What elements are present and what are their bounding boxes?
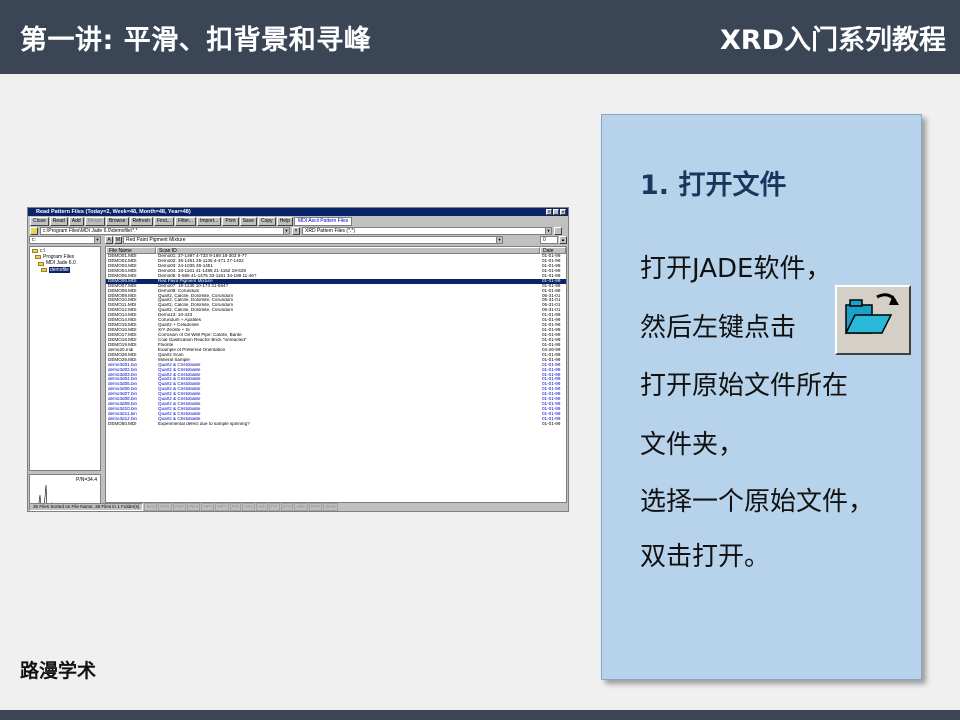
file-list-rows: DEMO01.MDI Demo01: 37-1497 4-733 9-169 18… [106, 254, 566, 427]
toolbar-button-save[interactable]: Save [239, 216, 257, 226]
filter-menu-button[interactable] [554, 227, 562, 235]
folder-pane: c: ▼ c:\ Program Files MDI Jade 6.0 demofil… [29, 236, 103, 512]
status-tag[interactable]: PID [229, 503, 242, 511]
folder-icon [35, 255, 41, 260]
status-tag[interactable]: SAV [144, 503, 158, 511]
tree-item-label: demofile [49, 266, 70, 273]
step-heading: 1. 打开文件 [640, 170, 787, 201]
slide: 第一讲: 平滑、扣背景和寻峰 XRD入门系列教程 Read Pattern Fi… [0, 0, 960, 720]
page-number-value: 0 [543, 237, 546, 243]
status-tag[interactable]: 2TH [280, 503, 294, 511]
drive-value: c: [32, 237, 36, 243]
window-body: c: ▼ c:\ Program Files MDI Jade 6.0 demofil… [29, 236, 567, 512]
instruction-line-1: 打开JADE软件， [640, 254, 832, 284]
file-pane-top: A M Red Paint Pigment Mixture ▼ 0 ▴ [105, 236, 567, 244]
toolbar-button-print[interactable]: Print [222, 216, 239, 226]
toolbar-button-filter[interactable]: Filter... [174, 216, 196, 226]
status-tag[interactable]: RFT [201, 503, 215, 511]
folder-icon[interactable] [30, 227, 38, 235]
instruction-line-5: 选择一个原始文件， [640, 487, 875, 517]
preview-label: P/N=34.4 [76, 477, 97, 483]
file-name-cell: DEMO50.MDI [108, 421, 137, 426]
help-icon[interactable]: ? [546, 209, 552, 215]
close-icon[interactable]: × [560, 209, 566, 215]
format-label: MDI Ascii Pattern Files [293, 216, 353, 226]
filter-value: XRD Pattern Files (*.*) [305, 228, 356, 234]
selected-scan-value: Red Paint Pigment Mixture [126, 237, 186, 243]
series-title: XRD入门系列教程 [719, 25, 946, 56]
page-number-field[interactable]: 0 [540, 236, 558, 244]
status-tag[interactable]: FIT [268, 503, 280, 511]
status-tag[interactable]: PKS [158, 503, 172, 511]
window-title: Read Pattern Files (Today=2, Week=48, Mo… [36, 209, 191, 215]
open-folder-icon [835, 285, 911, 355]
toolbar-button-refresh[interactable]: Refresh [129, 216, 154, 226]
toolbar-button-help[interactable]: Help [276, 216, 293, 226]
status-tag[interactable]: SZS [242, 503, 256, 511]
sort-a-button[interactable]: A [105, 236, 113, 244]
footer-bar [0, 710, 960, 720]
file-pane: A M Red Paint Pigment Mixture ▼ 0 ▴ File… [105, 236, 567, 503]
instruction-panel: 1. 打开文件 打开JADE软件， 然后左键点击 打开原始文件所在 文件夹， 选… [601, 114, 922, 680]
toolbar-button-close[interactable]: Close [30, 216, 49, 226]
lecture-title: 第一讲: 平滑、扣背景和寻峰 [20, 25, 372, 56]
status-tag[interactable]: ZOM [323, 503, 338, 511]
brand-label: 路漫学术 [20, 660, 97, 682]
instruction-line-3: 打开原始文件所在 [640, 371, 849, 401]
instruction-line-6: 双击打开。 [640, 542, 771, 572]
clear-path-button[interactable]: × [292, 227, 300, 235]
file-list: File Name Scan ID Date DEMO01.MDI Demo01:… [105, 246, 567, 503]
selected-scan-field[interactable]: Red Paint Pigment Mixture ▼ [123, 236, 503, 244]
path-value: c:\Program Files\MDI Jade 6.0\demofile\*… [43, 228, 138, 234]
tree-item[interactable]: demofile [32, 266, 98, 273]
sort-m-button[interactable]: M [114, 236, 122, 244]
toolbar-button-browse[interactable]: Browse [105, 216, 129, 226]
column-scan-id[interactable]: Scan ID [156, 247, 540, 254]
scan-id-cell: Experimental defect due to sample spinni… [158, 421, 250, 426]
toolbar-button-find[interactable]: Find... [154, 216, 174, 226]
folder-icon [32, 249, 38, 254]
window-toolbar: Close Read Add Merge Browse Refresh Find... Fil… [28, 216, 568, 226]
drive-select[interactable]: c: ▼ [29, 236, 101, 244]
instruction-line-4: 文件夹， [640, 430, 745, 460]
date-cell: 01-01-99 [542, 421, 561, 426]
open-folder-icon-graphic [844, 293, 899, 334]
folder-icon [38, 261, 44, 266]
header-bar: 第一讲: 平滑、扣背景和寻峰 XRD入门系列教程 [0, 0, 960, 74]
chevron-down-icon[interactable]: ▼ [496, 237, 502, 243]
minimize-icon[interactable]: _ [553, 209, 559, 215]
path-row: c:\Program Files\MDI Jade 6.0\demofile\*… [28, 226, 568, 236]
status-tag[interactable]: XID [256, 503, 268, 511]
toolbar-button-merge[interactable]: Merge [84, 216, 105, 226]
path-field[interactable]: c:\Program Files\MDI Jade 6.0\demofile\*… [40, 227, 290, 235]
chevron-down-icon[interactable]: ▼ [545, 228, 551, 234]
toolbar-button-import[interactable]: Import... [196, 216, 222, 226]
table-row[interactable]: DEMO50.MDI Experimental defect due to sam… [106, 422, 566, 427]
window-controls: ? _ × [546, 209, 566, 215]
status-tag[interactable]: DSP [172, 503, 186, 511]
status-tag[interactable]: RPT [215, 503, 229, 511]
instruction-line-2: 然后左键点击 [640, 313, 797, 343]
status-tag[interactable]: RRF [308, 503, 323, 511]
status-bar: 35 Files Sorted on File Name, 36 Files i… [29, 503, 567, 511]
folder-icon [41, 267, 47, 272]
filter-field[interactable]: XRD Pattern Files (*.*) ▼ [302, 227, 552, 235]
window-titlebar: Read Pattern Files (Today=2, Week=48, Mo… [28, 208, 568, 216]
status-tag[interactable]: PDX [186, 503, 201, 511]
chevron-down-icon[interactable]: ▼ [283, 228, 289, 234]
status-text: 35 Files Sorted on File Name, 36 Files i… [29, 503, 144, 511]
column-file-name[interactable]: File Name [106, 247, 156, 254]
chevron-down-icon[interactable]: ▼ [94, 237, 100, 243]
spin-button[interactable]: ▴ [559, 236, 567, 244]
toolbar-button-copy[interactable]: Copy [258, 216, 276, 226]
read-pattern-files-window: Read Pattern Files (Today=2, Week=48, Mo… [27, 207, 569, 512]
toolbar-button-read[interactable]: Read [49, 216, 68, 226]
toolbar-button-add[interactable]: Add [68, 216, 84, 226]
status-tag[interactable]: ABC [294, 503, 308, 511]
file-list-header: File Name Scan ID Date [106, 247, 566, 254]
column-date[interactable]: Date [540, 247, 566, 254]
folder-tree: c:\ Program Files MDI Jade 6.0 demofile [29, 246, 101, 471]
